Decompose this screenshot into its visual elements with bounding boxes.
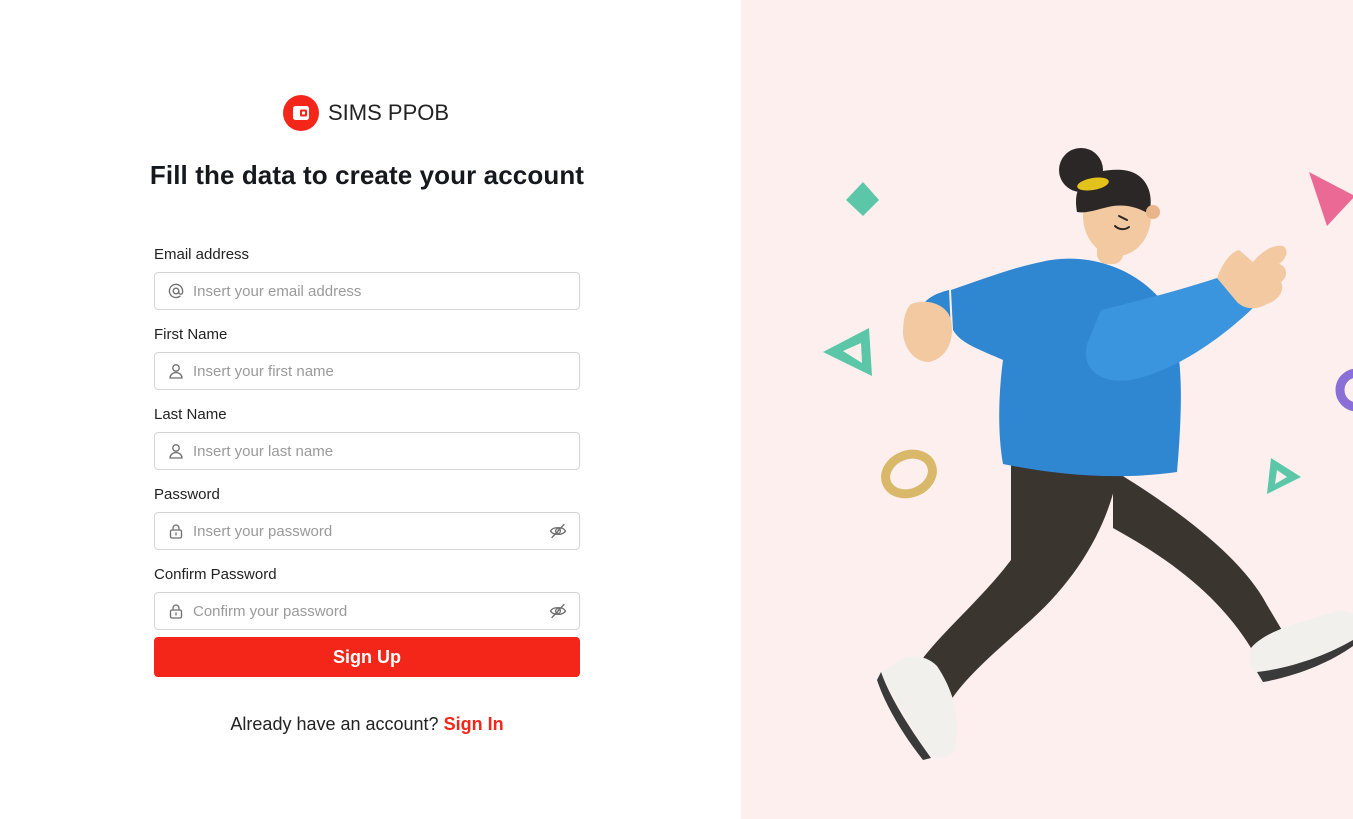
lock-icon [169,604,183,619]
first-name-label: First Name [154,326,228,343]
confirm-password-label: Confirm Password [154,566,277,583]
page-title: Fill the data to create your account [149,160,585,190]
password-label: Password [154,486,220,503]
teal-diamond-shape [846,182,879,216]
sign-in-link[interactable]: Sign In [444,714,504,734]
front-leg [917,460,1119,700]
eye-off-icon[interactable] [549,603,567,619]
pink-triangle-shape [1309,172,1353,226]
first-name-input[interactable] [193,353,543,389]
lock-icon [169,524,183,539]
email-label: Email address [154,246,250,263]
illustration-panel [741,0,1353,819]
small-teal-triangle-shape [1267,458,1301,494]
last-name-input[interactable] [193,433,543,469]
confirm-password-input[interactable] [193,593,543,629]
email-input[interactable] [193,273,543,309]
last-name-field [154,432,580,470]
user-icon [169,444,183,459]
back-fist [903,301,953,362]
brand: SIMS PPOB [283,95,449,131]
purple-ring-shape [1335,368,1353,412]
first-name-field [154,352,580,390]
back-leg [1113,470,1289,648]
password-input[interactable] [193,513,543,549]
confirm-password-field [154,592,580,630]
signin-row: Already have an account? Sign In [0,714,734,735]
last-name-label: Last Name [154,406,227,423]
sign-up-button[interactable]: Sign Up [154,637,580,677]
signin-prompt: Already have an account? [230,714,439,734]
signup-panel: SIMS PPOB Fill the data to create your a… [0,0,741,819]
eye-off-icon[interactable] [549,523,567,539]
email-field [154,272,580,310]
user-icon [169,364,183,379]
brand-name: SIMS PPOB [328,100,450,125]
teal-triangle-outline-shape [823,328,872,376]
at-icon [168,283,184,299]
wallet-logo-icon [283,95,319,131]
password-field [154,512,580,550]
walking-person-illustration [823,148,1353,760]
gold-ring-shape [881,449,937,499]
signup-form: Email address First Name Last Name Pas [154,244,580,644]
